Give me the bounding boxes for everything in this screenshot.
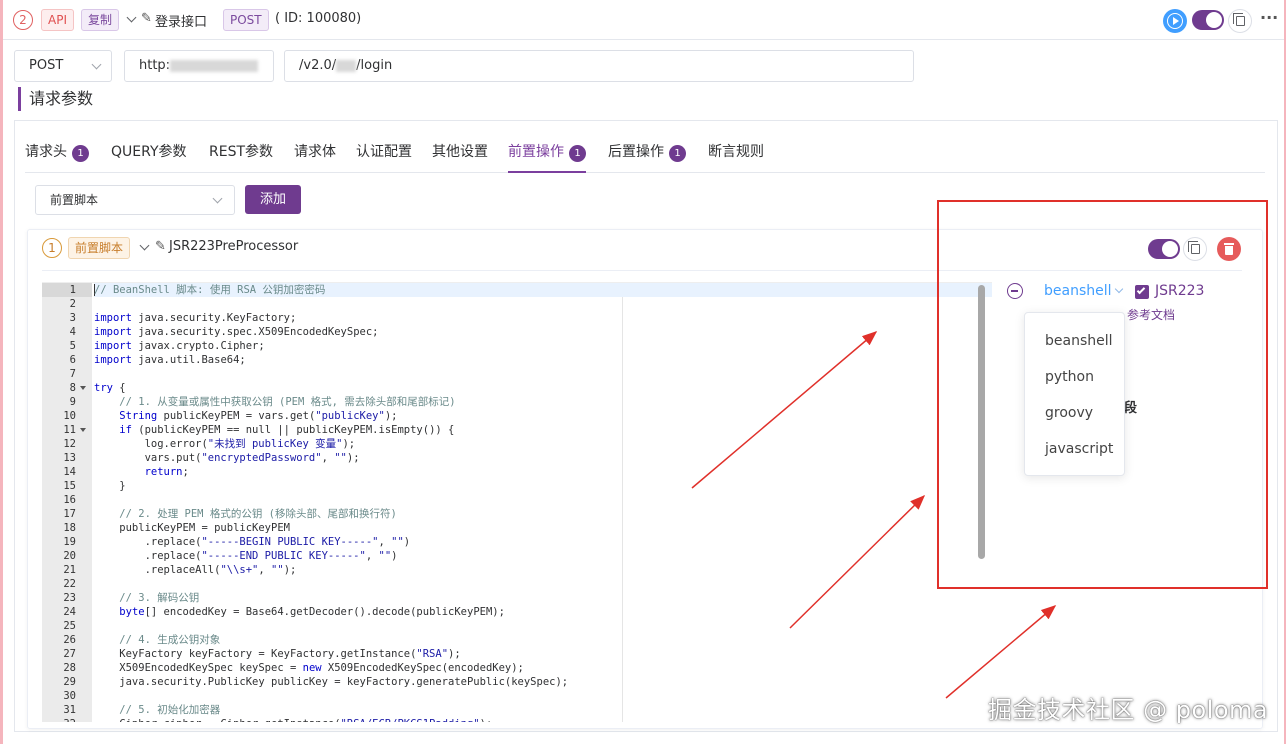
arrow-2 bbox=[789, 494, 926, 629]
annotation-arrows bbox=[691, 331, 1057, 699]
watermark: 掘金技术社区 @ poloma bbox=[988, 696, 1269, 724]
arrow-3 bbox=[945, 605, 1057, 699]
arrow-1 bbox=[691, 331, 878, 489]
